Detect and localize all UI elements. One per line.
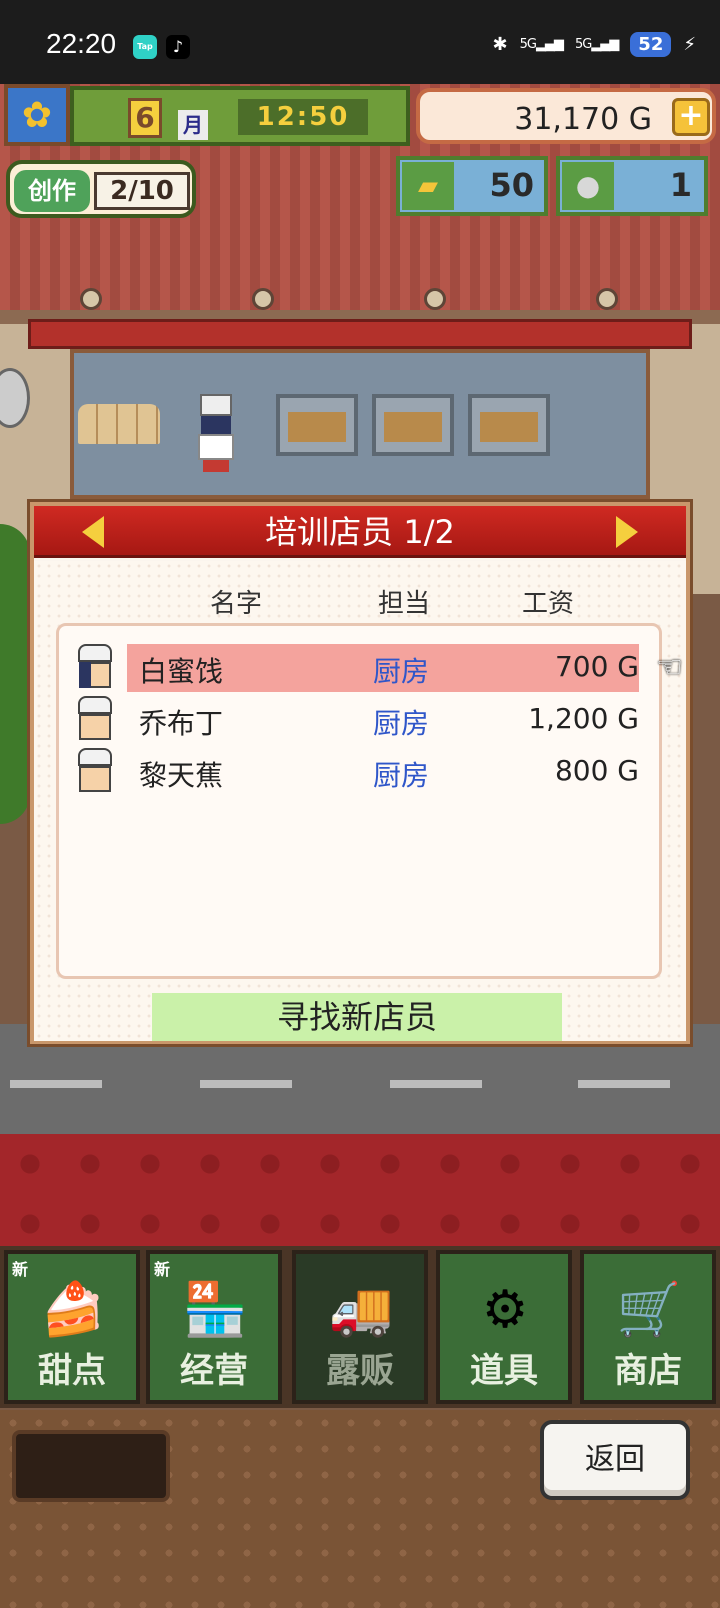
status-icons: ✱ 5G▂▄▆ 5G▂▄▆ 52 ⚡ (492, 32, 696, 57)
cake-icon: 🍰 (40, 1280, 106, 1340)
status-bar: 22:20 Tap ♪ ✱ 5G▂▄▆ 5G▂▄▆ 52 ⚡ (0, 0, 720, 84)
chef-avatar-icon (73, 696, 117, 744)
gold-bar-panel[interactable]: ▰ 50 (396, 156, 548, 216)
street-line (578, 1080, 670, 1088)
nav-food-truck-button[interactable]: 🚚 露贩 (292, 1250, 428, 1404)
new-badge: 新 (12, 1260, 29, 1279)
tiktok-app-icon: ♪ (166, 35, 190, 59)
date-panel: 6 月 12:50 (70, 86, 410, 146)
nav-label: 甜点 (38, 1351, 106, 1391)
street-line (390, 1080, 482, 1088)
dialog-body: 名字 担当 工资 白蜜饯 厨房 700 G ☜ 乔布丁 厨房 1,200 G 黎… (34, 561, 686, 1041)
staff-row[interactable]: 黎天蕉 厨房 800 G (73, 748, 653, 796)
staff-row[interactable]: 白蜜饯 厨房 700 G ☜ (73, 644, 683, 692)
lamp-icon (80, 288, 102, 310)
staff-name: 黎天蕉 (139, 759, 224, 792)
back-button[interactable]: 返回 (540, 1420, 690, 1500)
shop-icon: 🏪 (182, 1280, 248, 1340)
create-label: 创作 (14, 170, 90, 212)
bread-display-icon (78, 404, 160, 444)
food-truck-icon: 🚚 (328, 1280, 394, 1340)
sunflower-icon[interactable]: ✿ (4, 84, 70, 146)
tools-icon: ⚙ (481, 1280, 529, 1340)
create-progress: 2/10 (94, 172, 190, 210)
nav-store-button[interactable]: 🛒 商店 (580, 1250, 716, 1404)
charging-icon: ⚡ (683, 34, 696, 55)
dialog-title: 培训店员 1/2 (265, 513, 455, 551)
street-line (10, 1080, 102, 1088)
next-page-arrow-icon[interactable] (616, 516, 638, 548)
footer-panel: 返回 (0, 1410, 720, 1608)
bluetooth-icon: ✱ (492, 34, 508, 55)
money-value: 31,170 G (514, 102, 652, 137)
staff-name: 乔布丁 (139, 707, 224, 740)
shop-awning (28, 319, 692, 349)
signal-5g-icon-2: 5G▂▄▆ (574, 37, 619, 52)
nav-label: 露贩 (326, 1351, 394, 1391)
battery-level: 52 (630, 32, 672, 57)
oven-icon (468, 394, 550, 456)
chef-character (196, 394, 236, 472)
staff-row[interactable]: 乔布丁 厨房 1,200 G (73, 696, 653, 744)
train-staff-dialog: 培训店员 1/2 名字 担当 工资 白蜜饯 厨房 700 G ☜ 乔布丁 厨房 … (30, 502, 690, 1044)
create-panel[interactable]: 创作 2/10 (6, 160, 196, 218)
nav-dessert-button[interactable]: 新 🍰 甜点 (4, 1250, 140, 1404)
add-money-button[interactable]: + (672, 98, 710, 136)
lamp-icon (252, 288, 274, 310)
staff-name: 白蜜饯 (139, 655, 224, 688)
signal-5g-icon: 5G▂▄▆ (519, 37, 564, 52)
game-clock: 12:50 (238, 99, 368, 135)
month-number: 6 (128, 98, 162, 138)
medal-icon: ● (562, 162, 614, 210)
message-slot (12, 1430, 170, 1502)
staff-role: 厨房 (373, 759, 430, 792)
staff-wage: 1,200 G (528, 702, 639, 735)
staff-role: 厨房 (373, 655, 430, 688)
lamp-icon (596, 288, 618, 310)
bottom-nav: 新 🍰 甜点 新 🏪 经营 🚚 露贩 ⚙ 道具 🛒 商店 (0, 1246, 720, 1408)
staff-wage: 700 G (554, 650, 639, 683)
column-header-wage: 工资 (522, 589, 575, 619)
medal-panel[interactable]: ● 1 (556, 156, 708, 216)
cart-icon: 🛒 (616, 1280, 682, 1340)
money-panel: 31,170 G + (416, 88, 716, 144)
oven-icon (276, 394, 358, 456)
find-new-staff-button[interactable]: 寻找新店员 (152, 993, 562, 1041)
oven-icon (372, 394, 454, 456)
new-badge: 新 (154, 1260, 171, 1279)
street-line (200, 1080, 292, 1088)
status-time: 22:20 (46, 28, 117, 59)
taptap-app-icon: Tap (133, 35, 157, 59)
nav-manage-button[interactable]: 新 🏪 经营 (146, 1250, 282, 1404)
nav-label: 经营 (180, 1351, 248, 1391)
chef-avatar-icon (73, 644, 117, 692)
staff-wage: 800 G (554, 754, 639, 787)
pointing-hand-icon: ☜ (656, 650, 683, 685)
column-header-role: 担当 (378, 589, 431, 619)
staff-role: 厨房 (373, 707, 430, 740)
nav-items-button[interactable]: ⚙ 道具 (436, 1250, 572, 1404)
nav-label: 道具 (470, 1351, 538, 1391)
chef-avatar-icon (73, 748, 117, 796)
gold-bar-count: 50 (489, 166, 534, 204)
month-label: 月 (178, 110, 208, 140)
tree-decoration (0, 524, 30, 824)
gold-bar-icon: ▰ (402, 162, 454, 210)
nav-label: 商店 (614, 1351, 682, 1391)
medal-count: 1 (669, 166, 692, 204)
staff-list: 白蜜饯 厨房 700 G ☜ 乔布丁 厨房 1,200 G 黎天蕉 厨房 800… (56, 623, 683, 979)
column-header-name: 名字 (210, 589, 263, 619)
dialog-header: 培训店员 1/2 (34, 506, 686, 558)
lamp-icon (424, 288, 446, 310)
